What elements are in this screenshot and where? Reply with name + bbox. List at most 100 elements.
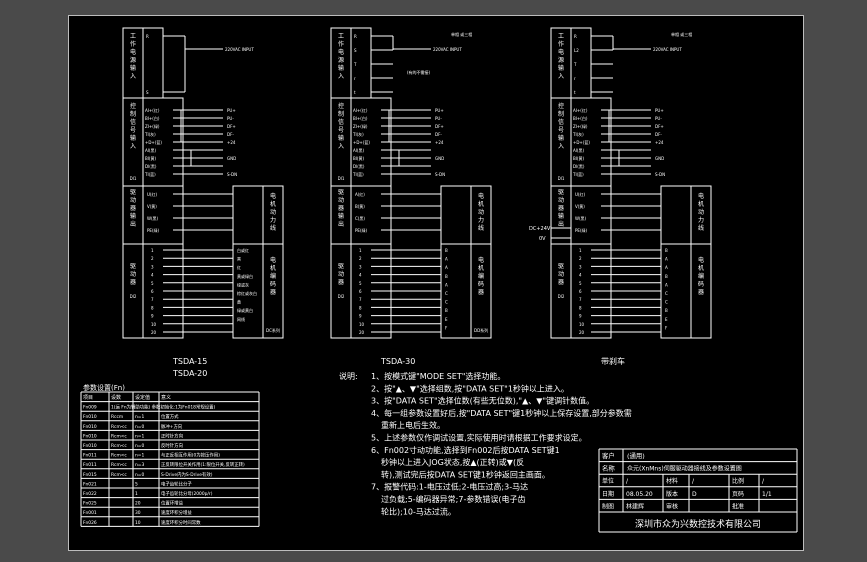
params-header: 意义	[161, 394, 171, 401]
supply-terminal: R	[574, 34, 577, 39]
control-terminal: TI(灰)	[572, 131, 584, 137]
control-terminal: AI(黑)	[353, 148, 364, 153]
encoder-terminal: 7	[579, 297, 582, 302]
motor-terminal: C(黑)	[355, 216, 365, 221]
encoder-terminal: 2	[359, 256, 362, 261]
motor-terminal: W(黑)	[147, 216, 159, 221]
encoder-wire-label: 棕红或灰白	[237, 290, 257, 296]
params-cell: 电子齿轮比分母(2000p/r)	[161, 490, 213, 497]
encoder-terminal: 2	[151, 256, 154, 261]
params-cell: Fn021	[83, 481, 97, 487]
title-block-cell: /	[626, 478, 629, 485]
supply-terminal: T	[353, 62, 357, 67]
signal-label: S-DN	[227, 172, 237, 177]
motor-name-label: 电机动力线	[478, 192, 484, 232]
motor-terminal: PE(绿)	[355, 227, 367, 233]
params-cell: 1	[135, 491, 138, 497]
name-label: 名称	[602, 464, 615, 473]
params-cell: n=1	[135, 433, 144, 439]
note-line: 3、按"DATA SET"选择位数(有些无位数),"▲、▼"键调针数值。	[371, 396, 594, 406]
title-block-cell: 材料	[666, 477, 678, 485]
params-cell: Fn010	[83, 414, 97, 420]
encoder-wire-label: C	[445, 291, 448, 296]
encoder-terminal: 7	[151, 297, 154, 302]
encoder-terminal: 10	[359, 322, 365, 327]
encoder-terminal: 20	[359, 330, 365, 335]
params-header: 项目	[83, 395, 93, 401]
signal-label: DF-	[655, 132, 662, 137]
encoder-terminal: 10	[579, 322, 585, 327]
control-terminal: BI(黄)	[573, 155, 584, 161]
control-terminal: TI(灰)	[144, 131, 156, 137]
title-block-cell: /	[762, 478, 765, 485]
signal-label: PU-	[435, 116, 442, 121]
signal-label: GND	[227, 156, 236, 161]
encoder-wire-label: A	[445, 265, 448, 270]
params-cell: 5	[135, 481, 138, 487]
motor-terminal: V(黄)	[575, 203, 585, 209]
control-side-label: 控制信号输入	[338, 102, 344, 150]
encoder-wire-label: C	[665, 291, 668, 296]
encoder-wire-label: A	[445, 282, 448, 287]
company-name: 深圳市众为兴数控技术有限公司	[635, 518, 761, 530]
encoder-wire-label: 黄	[237, 299, 241, 305]
control-terminal: BI(黄)	[353, 155, 364, 161]
panel-title: TSDA-30	[380, 357, 415, 366]
supply-terminal: R	[354, 34, 357, 39]
encoder-wire-label: F	[445, 325, 448, 330]
customer-value: (通用)	[627, 451, 645, 460]
notes-heading: 说明:	[339, 371, 358, 381]
encoder-wire-label: B	[665, 248, 668, 253]
encoder-code-label: DI2	[130, 294, 137, 299]
params-cell: n=0	[135, 424, 144, 430]
supply-terminal: r	[574, 76, 576, 81]
signal-label: GND	[655, 156, 664, 161]
params-cell: Fn015	[83, 472, 97, 478]
encoder-wire-label: C	[445, 300, 448, 305]
signal-label: PU-	[655, 116, 662, 121]
title-block-cell: 制图	[602, 502, 614, 510]
control-code-label: DI1	[130, 176, 137, 181]
note-line: 5、上述参数仅作调试设置,实际使用时请根据工作要求设定。	[371, 433, 587, 443]
params-cell: 位置环增益	[161, 500, 184, 507]
signal-label: S-DN	[655, 172, 665, 177]
encoder-terminal: 20	[151, 330, 157, 335]
supply-terminal: S	[146, 90, 149, 95]
signal-label: +24	[435, 140, 444, 145]
params-cell: Fn010	[83, 443, 97, 449]
control-side-label: 控制信号输入	[130, 102, 136, 150]
params-header: 设定值	[135, 394, 150, 401]
title-block-cell: 页码	[732, 490, 744, 498]
control-terminal: ZI+(绿)	[573, 123, 588, 129]
params-cell: n=0	[135, 443, 144, 449]
motor-side-label: 驱动器输出	[130, 189, 136, 228]
motor-terminal: U(红)	[147, 191, 157, 197]
encoder-side-label: 驱动器	[338, 263, 344, 286]
control-terminal: BI(黄)	[145, 155, 156, 161]
params-cell: 反时针方向	[161, 442, 183, 449]
params-cell: Fn011	[83, 453, 97, 459]
control-code-label: DI1	[338, 176, 345, 181]
encoder-wire-label: 红	[237, 264, 241, 270]
params-header: 设数	[111, 394, 121, 401]
signal-label: PU-	[227, 116, 234, 121]
motor-terminal: B(黄)	[355, 203, 365, 209]
panel-title: 带刹车	[601, 356, 625, 366]
control-terminal: TI(蓝)	[144, 171, 156, 177]
note-line: 6、Fn002寸动功能,选择到Fn002后按DATA SET键1	[371, 445, 560, 455]
params-cell: 速度环积分增益	[161, 509, 192, 516]
title-block-cell: 版本	[666, 490, 678, 498]
encoder-terminal: 5	[359, 281, 362, 286]
params-cell: 30	[135, 510, 141, 516]
encoder-name-label: 电机编码器	[270, 256, 276, 296]
params-cell: n=0	[135, 472, 144, 478]
signal-label: DF+	[655, 124, 664, 129]
title-block-cell: /	[692, 478, 695, 485]
supply-label: 220VAC INPUT	[653, 47, 682, 52]
supply-note-label: (有的不需接)	[407, 69, 431, 75]
signal-label: DF-	[435, 132, 442, 137]
params-cell: 正反转限位开关作用(1:限位开关,反转正转)	[161, 461, 245, 468]
params-cell: Rcm<c	[111, 443, 127, 449]
params-cell: 电子齿轮比分子	[161, 480, 192, 487]
supply-label: 220VAC INPUT	[433, 47, 462, 52]
